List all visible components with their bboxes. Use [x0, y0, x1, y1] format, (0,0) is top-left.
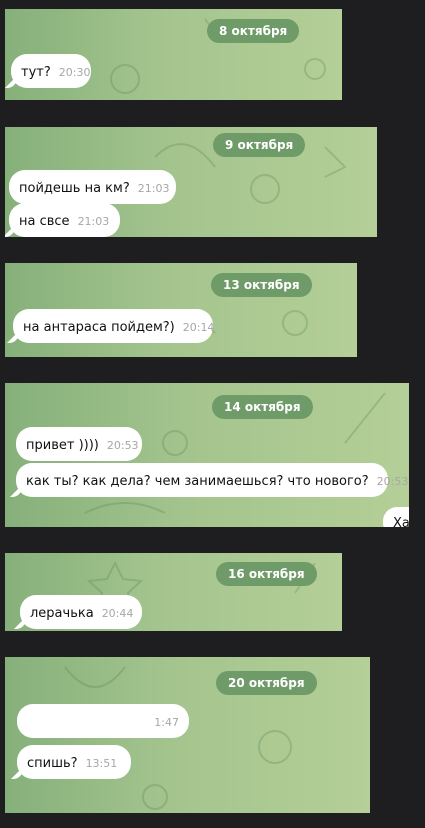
message-text: пойдешь на км? — [19, 181, 130, 196]
date-badge: 9 октября — [213, 133, 306, 157]
message-text: как ты? как дела? чем занимаешься? что н… — [26, 474, 369, 489]
chat-panel-5: 16 октября лерачька 20:44 — [5, 553, 342, 631]
message-text: спишь? — [27, 756, 78, 771]
message-bubble[interactable]: на свсе 21:03 — [5, 203, 120, 237]
message-text: на свсе — [19, 214, 70, 229]
message-bubble[interactable]: на антараса пойдем?) 20:14 — [7, 309, 215, 343]
message-bubble[interactable]: спишь? 13:51 — [11, 745, 131, 779]
date-badge: 14 октября — [212, 395, 313, 419]
chat-panel-3: 13 октября на антараса пойдем?) 20:14 — [5, 263, 357, 357]
message-bubble[interactable]: пойдешь на км? 21:03 — [9, 170, 176, 204]
date-badge: 8 октября — [207, 19, 300, 43]
message-time: 1:47 — [154, 716, 179, 729]
message-text: Ха — [393, 516, 409, 527]
message-text: привет )))) — [26, 438, 99, 453]
message-bubble[interactable]: 1:47 — [17, 704, 189, 738]
message-text: на антараса пойдем?) — [23, 320, 175, 335]
message-time: 20:30 — [58, 66, 91, 79]
message-bubble[interactable]: как ты? как дела? чем занимаешься? что н… — [10, 463, 408, 497]
message-text: лерачька — [30, 606, 94, 621]
chat-panel-1: 8 октября тут? 20:30 — [5, 9, 342, 100]
message-time: 20:53 — [376, 475, 409, 488]
message-time: 21:03 — [137, 182, 170, 195]
outgoing-message-bubble[interactable]: Ха — [383, 507, 409, 527]
chat-panel-2: 9 октября пойдешь на км? 21:03 на свсе 21:… — [5, 127, 377, 237]
message-text: тут? — [21, 65, 51, 80]
message-time: 20:53 — [106, 439, 139, 452]
message-time: 13:51 — [85, 757, 118, 770]
message-time: 20:14 — [182, 321, 215, 334]
message-time: 21:03 — [77, 215, 110, 228]
message-bubble[interactable]: привет )))) 20:53 — [16, 427, 142, 461]
message-time: 20:44 — [101, 607, 134, 620]
date-badge: 13 октября — [211, 273, 312, 297]
chat-panel-6: 20 октября 1:47 спишь? 13:51 — [5, 657, 370, 813]
date-badge: 16 октября — [216, 562, 317, 586]
message-bubble[interactable]: тут? 20:30 — [5, 54, 91, 88]
message-bubble[interactable]: лерачька 20:44 — [14, 595, 142, 629]
chat-panel-4: 14 октября привет )))) 20:53 как ты? как … — [5, 383, 409, 527]
date-badge: 20 октября — [216, 671, 317, 695]
